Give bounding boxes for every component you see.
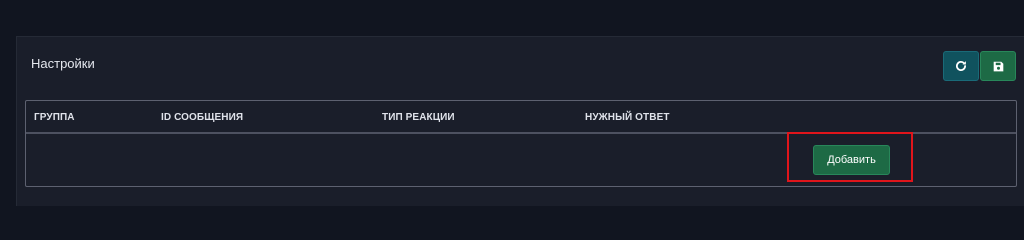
add-button[interactable]: Добавить [813, 145, 890, 175]
reactions-table: ГРУППА ID СООБЩЕНИЯ ТИП РЕАКЦИИ НУЖНЫЙ О… [25, 100, 1017, 187]
refresh-icon [955, 60, 967, 71]
column-message-id: ID СООБЩЕНИЯ [161, 112, 244, 123]
panel-title: Настройки [31, 56, 95, 71]
table-header: ГРУППА ID СООБЩЕНИЯ ТИП РЕАКЦИИ НУЖНЫЙ О… [26, 101, 1016, 134]
save-button[interactable] [980, 51, 1016, 81]
column-required-answer: НУЖНЫЙ ОТВЕТ [585, 112, 670, 123]
column-reaction-type: ТИП РЕАКЦИИ [382, 112, 455, 123]
column-group: ГРУППА [34, 112, 75, 123]
settings-panel: Настройки ГРУППА ID СООБЩЕНИЯ ТИП РЕАКЦИ… [16, 36, 1024, 206]
refresh-button[interactable] [943, 51, 979, 81]
save-icon [993, 61, 1003, 71]
